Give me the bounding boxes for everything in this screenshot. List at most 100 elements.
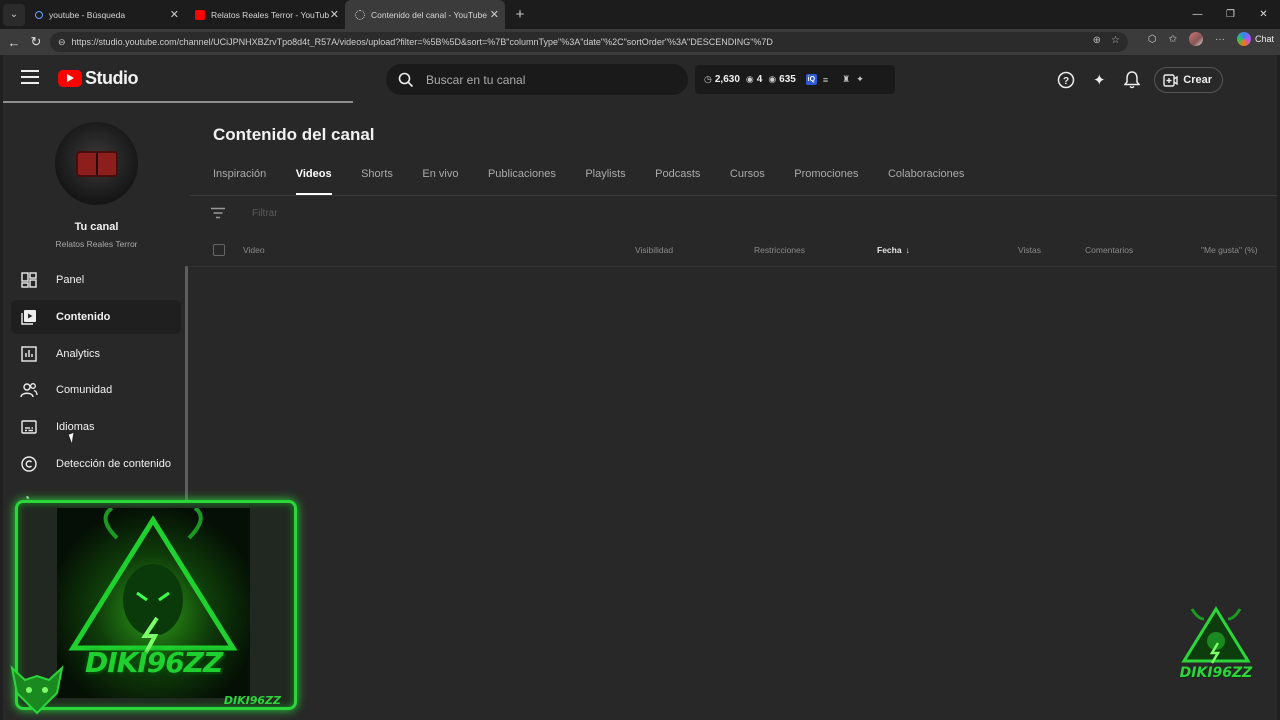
- sidebar-item-label: Comunidad: [56, 384, 113, 396]
- column-visibility[interactable]: Visibilidad: [635, 245, 673, 255]
- sidebar-item-label: Contenido: [56, 311, 111, 323]
- more-icon[interactable]: ···: [1215, 34, 1225, 45]
- close-icon[interactable]: ✕: [490, 8, 499, 21]
- analytics-icon: [20, 345, 38, 363]
- list-icon[interactable]: ≡: [823, 75, 828, 85]
- close-icon[interactable]: ✕: [330, 8, 339, 21]
- overlay-logo-text: DIKI96ZZ: [85, 646, 223, 679]
- tab-actions-menu-icon[interactable]: ⌄: [3, 3, 25, 26]
- help-icon[interactable]: ?: [1055, 69, 1077, 91]
- extensions-icon[interactable]: ⬡: [1148, 34, 1157, 45]
- page-title: Contenido del canal: [213, 125, 375, 144]
- browser-tab-active[interactable]: Contenido del canal - YouTube Studio ✕: [345, 0, 505, 29]
- community-icon: [20, 381, 38, 399]
- minimize-icon[interactable]: —: [1181, 0, 1214, 29]
- browser-tab[interactable]: youtube - Búsqueda ✕: [25, 0, 185, 29]
- book-logo-icon: [77, 152, 116, 175]
- tabs-divider: [190, 195, 1277, 196]
- filter-bar: [210, 207, 552, 219]
- dashboard-icon: [20, 271, 38, 289]
- trophy-icon[interactable]: ♜: [842, 74, 850, 85]
- new-tab-icon[interactable]: +: [509, 6, 531, 23]
- column-views[interactable]: Vistas: [1018, 245, 1041, 255]
- column-date[interactable]: Fecha ↓: [877, 245, 910, 255]
- copilot-chat-button[interactable]: Chat: [1236, 32, 1274, 46]
- search-input[interactable]: [426, 72, 666, 87]
- chat-label: Chat: [1254, 34, 1274, 44]
- zoom-icon[interactable]: ⊕: [1093, 35, 1101, 46]
- tab-courses[interactable]: Cursos: [730, 168, 765, 195]
- watch-time-value: 2,630: [714, 74, 740, 85]
- tab-promotions[interactable]: Promociones: [794, 168, 858, 195]
- url-field[interactable]: ⊖ https://studio.youtube.com/channel/UCi…: [50, 32, 1128, 52]
- sidebar-item-content-detection[interactable]: Detección de contenido: [11, 447, 181, 481]
- studio-logo[interactable]: Studio: [58, 68, 139, 89]
- close-icon[interactable]: ✕: [170, 8, 179, 21]
- lock-icon: ⊖: [58, 36, 66, 47]
- reload-icon[interactable]: ↻: [25, 34, 47, 50]
- tab-posts[interactable]: Publicaciones: [488, 168, 556, 195]
- studio-logo-text: Studio: [85, 68, 139, 88]
- subtitles-icon: [20, 418, 38, 436]
- sidebar-item-community[interactable]: Comunidad: [11, 373, 181, 407]
- create-button[interactable]: Crear: [1154, 67, 1223, 93]
- profile-avatar[interactable]: [1188, 32, 1203, 46]
- close-window-icon[interactable]: ✕: [1247, 0, 1280, 29]
- overlay-tag: DIKI96ZZ: [223, 694, 281, 707]
- favorites-icon[interactable]: ✩: [1169, 34, 1177, 45]
- table-header: Video Visibilidad Restricciones Fecha ↓ V…: [190, 235, 1277, 267]
- column-date-label: Fecha: [877, 245, 902, 255]
- sidebar-item-analytics[interactable]: Analytics: [11, 337, 181, 371]
- sidebar-item-label: Analytics: [56, 348, 101, 360]
- channel-name: Relatos Reales Terror: [55, 239, 138, 249]
- views-value: 635: [779, 74, 796, 85]
- subscribers-stat: ◉ 4: [746, 74, 762, 85]
- sidebar-item-content[interactable]: Contenido: [11, 300, 181, 334]
- sidebar-item-languages[interactable]: Idiomas: [11, 410, 181, 444]
- extension-badge-icon[interactable]: iQ: [805, 74, 817, 85]
- streamer-overlay: DIKI96ZZ DIKI96ZZ: [10, 500, 297, 715]
- sidebar-item-panel[interactable]: Panel: [11, 263, 181, 297]
- ai-sparkle-icon[interactable]: ✦: [1088, 69, 1110, 91]
- tab-inspiration[interactable]: Inspiración: [213, 168, 266, 195]
- studio-header: Studio ◷2,630 ◉4 ◉635 iQ ≡ ♜ ✦ ? ✦ Crear: [3, 55, 1277, 103]
- tab-collaborations[interactable]: Colaboraciones: [888, 168, 964, 195]
- menu-icon[interactable]: [21, 70, 39, 84]
- filter-input[interactable]: [252, 207, 552, 219]
- column-comments[interactable]: Comentarios: [1085, 245, 1133, 255]
- column-likes[interactable]: "Me gusta" (%): [1201, 245, 1258, 255]
- tab-podcasts[interactable]: Podcasts: [655, 168, 700, 195]
- sidebar-item-label: Panel: [56, 274, 85, 286]
- back-icon[interactable]: ←: [3, 35, 25, 50]
- sparkle-icon[interactable]: ✦: [856, 74, 864, 85]
- sort-down-arrow-icon: ↓: [905, 245, 910, 255]
- header-actions: ? ✦ Crear: [1055, 67, 1223, 93]
- add-video-icon: [1163, 73, 1178, 87]
- column-video: Video: [243, 245, 265, 255]
- tab-label: Contenido del canal - YouTube Studio: [371, 9, 489, 20]
- tab-videos[interactable]: Videos: [295, 168, 332, 195]
- favorite-star-icon[interactable]: ☆: [1111, 35, 1120, 46]
- channel-avatar[interactable]: [55, 122, 138, 205]
- subscribers-value: 4: [756, 74, 763, 85]
- bing-search-icon: [35, 10, 43, 19]
- notifications-bell-icon[interactable]: [1121, 69, 1143, 91]
- browser-tab-bar: ⌄ youtube - Búsqueda ✕ Relatos Reales Te…: [0, 0, 1280, 29]
- tab-live[interactable]: En vivo: [422, 168, 458, 195]
- select-all-checkbox[interactable]: [213, 244, 225, 256]
- main-content: Contenido del canal Inspiración Videos S…: [190, 103, 1277, 720]
- browser-tab[interactable]: Relatos Reales Terror - YouTube ✕: [185, 0, 345, 29]
- channel-title: Tu canal: [74, 221, 119, 233]
- watermark-logo-icon: [1181, 606, 1251, 664]
- url-actions: ⊕ ☆: [1093, 35, 1120, 46]
- url-text: https://studio.youtube.com/channel/UCiJP…: [71, 37, 773, 47]
- sidebar-scrollbar[interactable]: [185, 266, 188, 501]
- tab-shorts[interactable]: Shorts: [361, 168, 393, 195]
- svg-text:?: ?: [1063, 76, 1069, 87]
- restore-icon[interactable]: ❐: [1214, 0, 1247, 29]
- stats-bar[interactable]: ◷ 2,630 ◉ 4 ◉ 635 iQ ≡ ♜ ✦: [695, 65, 895, 94]
- column-restrictions[interactable]: Restricciones: [754, 245, 805, 255]
- tab-playlists[interactable]: Playlists: [585, 168, 625, 195]
- search-icon: [398, 72, 414, 87]
- filter-icon[interactable]: [210, 207, 226, 219]
